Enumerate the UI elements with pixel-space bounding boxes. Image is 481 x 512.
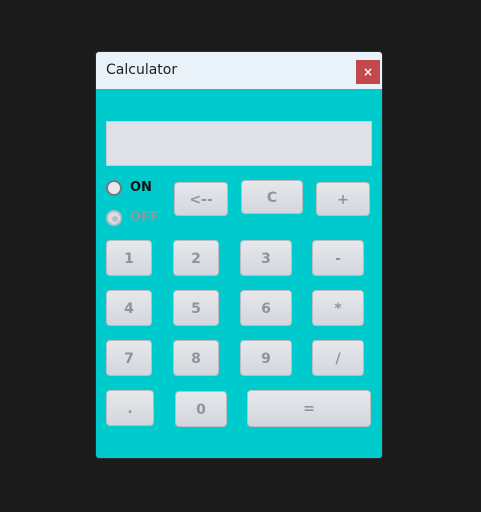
minus-button[interactable]: - (312, 240, 364, 276)
digit-4-button[interactable]: 4 (106, 290, 152, 326)
radio-unselected-icon (106, 210, 122, 226)
window-title: Calculator (106, 62, 178, 78)
digit-1-button[interactable]: 1 (106, 240, 152, 276)
clear-button[interactable]: C (241, 180, 303, 214)
digit-3-button[interactable]: 3 (240, 240, 292, 276)
digit-6-button[interactable]: 6 (240, 290, 292, 326)
digit-2-button[interactable]: 2 (173, 240, 219, 276)
off-label: OFF (130, 210, 159, 225)
title-bar: Calculator × (96, 52, 382, 89)
digit-0-button[interactable]: 0 (175, 391, 227, 427)
digit-7-button[interactable]: 7 (106, 340, 152, 376)
radio-selected-icon (106, 180, 122, 196)
close-button[interactable]: × (356, 60, 380, 84)
plus-button[interactable]: + (316, 182, 370, 216)
multiply-button[interactable]: * (312, 290, 364, 326)
off-radio[interactable]: OFF (106, 210, 176, 230)
on-radio[interactable]: ON (106, 180, 176, 200)
digit-8-button[interactable]: 8 (173, 340, 219, 376)
decimal-point-button[interactable]: . (106, 390, 154, 426)
digit-9-button[interactable]: 9 (240, 340, 292, 376)
divide-button[interactable]: / (312, 340, 364, 376)
calculator-window: Calculator × ON OFF <-- C + 1 2 3 - 4 5 … (96, 52, 382, 458)
display-field[interactable] (106, 121, 372, 166)
on-label: ON (130, 180, 152, 195)
backspace-button[interactable]: <-- (174, 182, 228, 216)
digit-5-button[interactable]: 5 (173, 290, 219, 326)
equals-button[interactable]: = (247, 390, 371, 427)
